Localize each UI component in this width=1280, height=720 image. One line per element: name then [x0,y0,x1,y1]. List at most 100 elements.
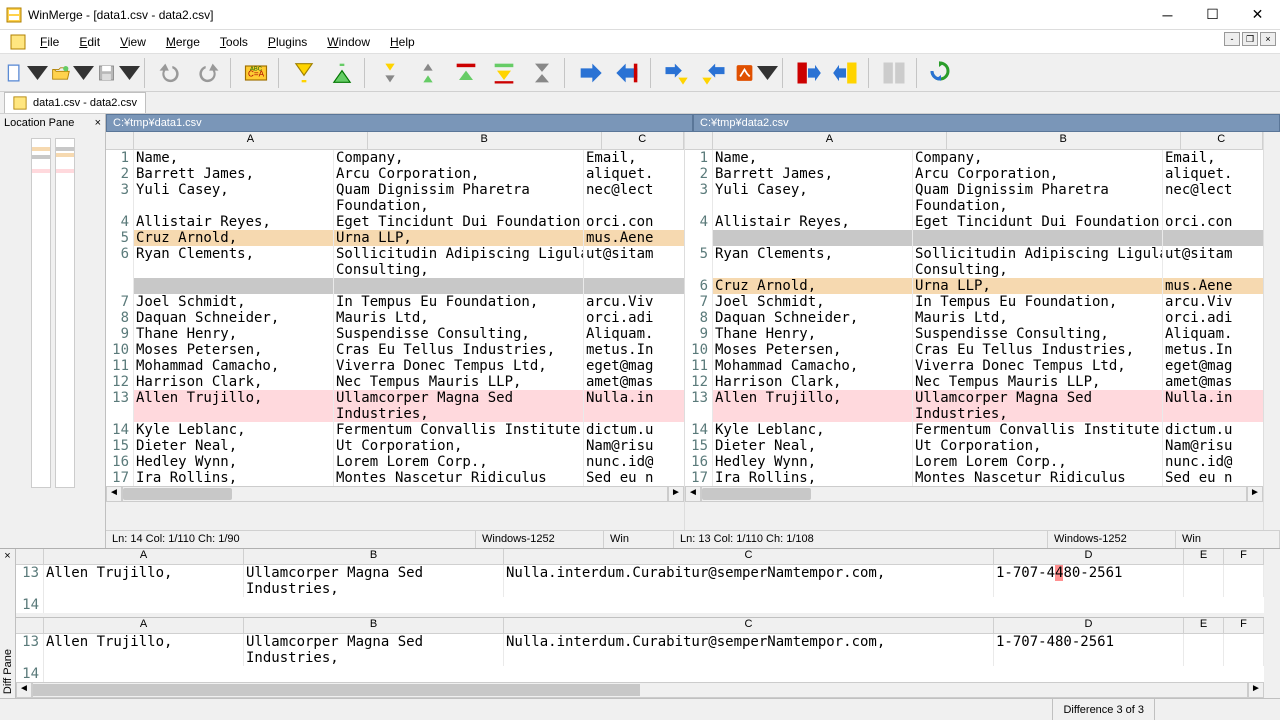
table-row[interactable]: 9Thane Henry,Suspendisse Consulting,Aliq… [685,326,1263,342]
table-row[interactable]: 6Ryan Clements,Sollicitudin Adipiscing L… [106,246,684,262]
app-icon [6,7,22,23]
table-row[interactable]: 17Ira Rollins,Montes Nascetur RidiculusS… [685,470,1263,486]
first-diff-button[interactable] [448,56,484,90]
menu-window[interactable]: Window [317,32,380,52]
location-strip[interactable] [31,138,75,548]
table-row[interactable]: 5Cruz Arnold,Urna LLP,mus.Aene [106,230,684,246]
mdi-close[interactable]: × [1260,32,1276,46]
copy-right-button[interactable] [572,56,608,90]
swap-button[interactable] [876,56,912,90]
table-row[interactable]: 5Ryan Clements,Sollicitudin Adipiscing L… [685,246,1263,262]
table-row[interactable]: 2Barrett James,Arcu Corporation,aliquet. [106,166,684,182]
table-row[interactable]: 13Allen Trujillo,Ullamcorper Magna Sed N… [685,390,1263,406]
right-cursor-info: Ln: 13 Col: 1/110 Ch: 1/108 [674,531,1048,548]
left-eol: Win [604,531,674,548]
menu-help[interactable]: Help [380,32,425,52]
last-diff-button[interactable] [486,56,522,90]
table-row[interactable]: 8Daquan Schneider,Mauris Ltd,orci.adi [685,310,1263,326]
redo-button[interactable] [190,56,226,90]
col-a[interactable]: A [134,132,368,149]
table-row[interactable]: 4Allistair Reyes,Eget Tincidunt Dui Foun… [106,214,684,230]
mdi-restore[interactable]: ❐ [1242,32,1258,46]
table-row[interactable]: 7Joel Schmidt,In Tempus Eu Foundation,ar… [106,294,684,310]
refresh-button[interactable] [924,56,960,90]
minimize-button[interactable]: ─ [1145,0,1190,30]
table-row[interactable]: 9Thane Henry,Suspendisse Consulting,Aliq… [106,326,684,342]
diff-vscroll[interactable] [1264,549,1280,698]
table-row[interactable]: 15Dieter Neal,Ut Corporation,Nam@risu [685,438,1263,454]
menu-plugins[interactable]: Plugins [258,32,317,52]
compare-options-button[interactable]: C=AABC [238,56,274,90]
all-left-button[interactable] [828,56,864,90]
document-tab[interactable]: data1.csv - data2.csv [4,92,146,113]
copy-left-button[interactable] [610,56,646,90]
table-row[interactable]: 10Moses Petersen,Cras Eu Tellus Industri… [685,342,1263,358]
table-row[interactable]: 14Kyle Leblanc,Fermentum Convallis Insti… [685,422,1263,438]
left-pane-path[interactable]: C:¥tmp¥data1.csv [106,114,693,132]
maximize-button[interactable]: ☐ [1190,0,1235,30]
copy-right-advance-button[interactable] [658,56,694,90]
table-row[interactable]: 16Hedley Wynn,Lorem Lorem Corp.,nunc.id@ [106,454,684,470]
status-diff: Difference 3 of 3 [1052,699,1154,720]
menu-tools[interactable]: Tools [210,32,258,52]
table-row[interactable]: 11Mohammad Camacho,Viverra Donec Tempus … [685,358,1263,374]
current-diff-button[interactable] [524,56,560,90]
table-row[interactable] [685,230,1263,246]
table-row[interactable]: 13Allen Trujillo,Ullamcorper Magna Sed N… [106,390,684,406]
table-row[interactable]: 4Allistair Reyes,Eget Tincidunt Dui Foun… [685,214,1263,230]
table-row[interactable]: 8Daquan Schneider,Mauris Ltd,orci.adi [106,310,684,326]
settings-button[interactable] [734,56,778,90]
table-row[interactable]: 15Dieter Neal,Ut Corporation,Nam@risu [106,438,684,454]
table-row[interactable]: 16Hedley Wynn,Lorem Lorem Corp.,nunc.id@ [685,454,1263,470]
table-row[interactable]: 6Cruz Arnold,Urna LLP,mus.Aene [685,278,1263,294]
menu-view[interactable]: View [110,32,156,52]
col-a[interactable]: A [713,132,947,149]
table-row[interactable]: 11Mohammad Camacho,Viverra Donec Tempus … [106,358,684,374]
diff-hscroll[interactable]: ◄► [16,682,1264,698]
table-row[interactable]: 17Ira Rollins,Montes Nascetur RidiculusS… [106,470,684,486]
mdi-minimize[interactable]: - [1224,32,1240,46]
table-row[interactable]: 10Moses Petersen,Cras Eu Tellus Industri… [106,342,684,358]
table-row[interactable]: 2Barrett James,Arcu Corporation,aliquet. [685,166,1263,182]
next-diff-file-button[interactable] [372,56,408,90]
col-b[interactable]: B [947,132,1181,149]
right-rows[interactable]: 1Name,Company,Email,2Barrett James,Arcu … [685,150,1263,486]
table-row[interactable] [106,278,684,294]
left-rows[interactable]: 1Name,Company,Email,2Barrett James,Arcu … [106,150,684,486]
col-b[interactable]: B [368,132,602,149]
open-button[interactable] [50,56,94,90]
all-right-button[interactable] [790,56,826,90]
vscroll[interactable] [1264,132,1280,530]
new-button[interactable] [4,56,48,90]
menu-edit[interactable]: Edit [69,32,110,52]
table-row[interactable]: 1Name,Company,Email, [106,150,684,166]
table-row[interactable]: 3Yuli Casey,Quam Dignissim Pharetra nec@… [685,182,1263,198]
prev-diff-file-button[interactable] [410,56,446,90]
right-hscroll[interactable]: ◄► [685,486,1263,502]
right-pane-path[interactable]: C:¥tmp¥data2.csv [693,114,1280,132]
save-button[interactable] [96,56,140,90]
left-hscroll[interactable]: ◄► [106,486,684,502]
table-row[interactable]: 7Joel Schmidt,In Tempus Eu Foundation,ar… [685,294,1263,310]
table-row[interactable]: 3Yuli Casey,Quam Dignissim Pharetra nec@… [106,182,684,198]
table-row[interactable]: 12Harrison Clark,Nec Tempus Mauris LLP,a… [106,374,684,390]
svg-text:ABC: ABC [250,66,262,72]
copy-left-advance-button[interactable] [696,56,732,90]
table-row[interactable]: 1Name,Company,Email, [685,150,1263,166]
titlebar: WinMerge - [data1.csv - data2.csv] ─ ☐ ✕ [0,0,1280,30]
prev-diff-button[interactable] [324,56,360,90]
close-button[interactable]: ✕ [1235,0,1280,30]
next-diff-button[interactable] [286,56,322,90]
menu-file[interactable]: File [30,32,69,52]
location-pane-close-icon[interactable]: × [95,117,101,129]
mdi-buttons: - ❐ × [1224,32,1276,46]
col-c[interactable]: C [602,132,684,149]
table-row[interactable]: 12Harrison Clark,Nec Tempus Mauris LLP,a… [685,374,1263,390]
col-c[interactable]: C [1181,132,1263,149]
table-row[interactable]: 14Kyle Leblanc,Fermentum Convallis Insti… [106,422,684,438]
undo-button[interactable] [152,56,188,90]
diff-pane-label: Diff Pane [2,645,14,698]
diff-pane-close-icon[interactable]: × [3,549,11,563]
menu-merge[interactable]: Merge [156,32,210,52]
location-pane-label: Location Pane [4,117,74,129]
